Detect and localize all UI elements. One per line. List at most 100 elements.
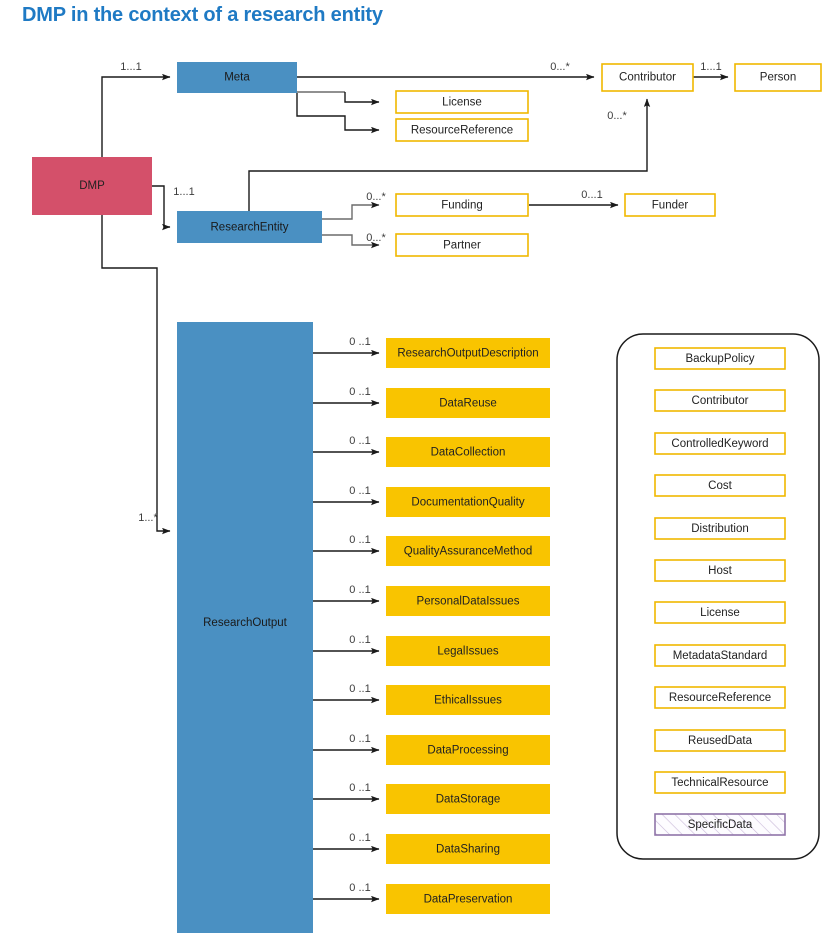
node-research-output-child-label: PersonalDataIssues <box>417 596 520 608</box>
mult-research-entity-to-partner: 0...* <box>366 232 386 244</box>
node-person[interactable]: Person <box>734 63 822 92</box>
edge-dmp-to-meta <box>101 73 171 157</box>
node-funder[interactable]: Funder <box>624 193 716 217</box>
legend-item-label: Host <box>708 565 732 577</box>
legend-item-label: ControlledKeyword <box>671 438 768 450</box>
mult-research-output-to-child: 0 ..1 <box>349 882 370 894</box>
node-research-output-child[interactable]: DataPreservation <box>386 884 550 914</box>
mult-research-output-to-child: 0 ..1 <box>349 782 370 794</box>
node-contributor-label: Contributor <box>619 72 676 84</box>
legend-item-label: Distribution <box>691 523 749 535</box>
mult-contributor-to-person: 1...1 <box>700 61 721 73</box>
edge-dmp-to-research-output <box>101 215 171 535</box>
node-research-output-child-label: ResearchOutputDescription <box>397 348 538 360</box>
node-research-output-child[interactable]: DataCollection <box>386 437 550 467</box>
node-funding[interactable]: Funding <box>395 193 529 217</box>
node-license-label: License <box>442 97 482 109</box>
node-research-output-child-label: DataStorage <box>436 794 501 806</box>
node-dmp-label: DMP <box>79 180 105 192</box>
node-meta[interactable]: Meta <box>177 62 297 93</box>
edge-research-entity-to-funding <box>322 201 380 220</box>
mult-research-output-to-child: 0 ..1 <box>349 485 370 497</box>
node-research-output-child[interactable]: DataProcessing <box>386 735 550 765</box>
node-research-output-child[interactable]: ResearchOutputDescription <box>386 338 550 368</box>
node-resource-reference[interactable]: ResourceReference <box>395 118 529 142</box>
mult-research-output-to-child: 0 ..1 <box>349 336 370 348</box>
legend-item[interactable]: MetadataStandard <box>654 644 786 667</box>
legend-item-label: Cost <box>708 480 732 492</box>
legend-item[interactable]: ReusedData <box>654 729 786 752</box>
mult-research-output-to-child: 0 ..1 <box>349 386 370 398</box>
node-research-output-label: ResearchOutput <box>203 617 288 629</box>
mult-research-output-to-child: 0 ..1 <box>349 584 370 596</box>
node-research-output-child-label: DataCollection <box>431 447 506 459</box>
node-license[interactable]: License <box>395 90 529 114</box>
mult-funding-to-funder: 0...1 <box>581 189 602 201</box>
node-research-output-child-label: DataProcessing <box>427 745 508 757</box>
legend-item-label: Contributor <box>692 395 749 407</box>
edge-dmp-to-research-entity <box>152 185 171 231</box>
mult-research-output-to-child: 0 ..1 <box>349 683 370 695</box>
node-meta-label: Meta <box>224 72 250 84</box>
mult-dmp-to-meta: 1...1 <box>120 61 141 73</box>
research-output-edges: 0 ..1 0 ..1 0 ..1 0 ..1 0 ..1 0 ..1 0 ..1 0 ..1… <box>313 336 380 903</box>
node-research-entity-label: ResearchEntity <box>211 222 289 234</box>
node-partner-label: Partner <box>443 240 481 252</box>
node-research-output-child-label: DocumentationQuality <box>411 497 524 509</box>
mult-dmp-to-research-output: 1...* <box>138 512 158 524</box>
node-funder-label: Funder <box>652 200 689 212</box>
mult-dmp-to-research-entity: 1...1 <box>173 186 194 198</box>
diagram-root: DMP in the context of a research entity <box>0 0 826 938</box>
node-research-output-child-label: QualityAssuranceMethod <box>404 546 532 558</box>
node-research-output-child[interactable]: DataReuse <box>386 388 550 418</box>
mult-research-output-to-child: 0 ..1 <box>349 832 370 844</box>
node-research-output[interactable]: ResearchOutput <box>177 322 313 933</box>
legend-panel: BackupPolicy Contributor ControlledKeyword… <box>616 333 820 860</box>
legend-item[interactable]: TechnicalResource <box>654 771 786 794</box>
node-research-output-child-label: LegalIssues <box>437 646 499 658</box>
mult-research-output-to-child: 0 ..1 <box>349 733 370 745</box>
node-funding-label: Funding <box>441 200 483 212</box>
legend-item[interactable]: Cost <box>654 474 786 497</box>
node-research-output-child[interactable]: DataStorage <box>386 784 550 814</box>
mult-research-entity-to-funding: 0...* <box>366 191 386 203</box>
node-contributor[interactable]: Contributor <box>601 63 694 92</box>
node-research-output-child[interactable]: QualityAssuranceMethod <box>386 536 550 566</box>
node-research-output-child[interactable]: LegalIssues <box>386 636 550 666</box>
diagram-canvas: 0 ..1 0 ..1 0 ..1 0 ..1 0 ..1 0 ..1 0 ..1 0 ..1… <box>32 61 822 933</box>
node-research-output-child-label: DataPreservation <box>424 894 513 906</box>
legend-item-label: MetadataStandard <box>673 650 768 662</box>
node-research-output-child-label: DataSharing <box>436 844 500 856</box>
mult-research-output-to-child: 0 ..1 <box>349 534 370 546</box>
legend-item-label: TechnicalResource <box>671 777 768 789</box>
legend-item[interactable]: ControlledKeyword <box>654 432 786 455</box>
legend-item-label: BackupPolicy <box>685 353 754 365</box>
legend-item[interactable]: License <box>654 601 786 624</box>
legend-item-label: ReusedData <box>688 735 753 747</box>
node-research-output-child-label: EthicalIssues <box>434 695 502 707</box>
legend-item-label: License <box>700 607 740 619</box>
mult-research-entity-to-contributor: 0...* <box>607 110 627 122</box>
node-research-output-child-label: DataReuse <box>439 398 497 410</box>
node-dmp[interactable]: DMP <box>32 157 152 215</box>
mult-research-output-to-child: 0 ..1 <box>349 435 370 447</box>
legend-item[interactable]: Distribution <box>654 517 786 540</box>
edge-meta-to-resource-reference <box>296 93 380 134</box>
legend-item[interactable]: SpecificData <box>654 813 786 836</box>
research-output-children: ResearchOutputDescription DataReuse DataCo… <box>386 338 550 914</box>
node-research-output-child[interactable]: EthicalIssues <box>386 685 550 715</box>
node-research-output-child[interactable]: PersonalDataIssues <box>386 586 550 616</box>
node-person-label: Person <box>760 72 796 84</box>
legend-item-label: SpecificData <box>688 819 753 831</box>
legend-item[interactable]: Host <box>654 559 786 582</box>
node-partner[interactable]: Partner <box>395 233 529 257</box>
node-research-output-child[interactable]: DocumentationQuality <box>386 487 550 517</box>
legend-item[interactable]: BackupPolicy <box>654 347 786 370</box>
mult-research-output-to-child: 0 ..1 <box>349 634 370 646</box>
node-research-entity[interactable]: ResearchEntity <box>177 211 322 243</box>
node-research-output-child[interactable]: DataSharing <box>386 834 550 864</box>
legend-item[interactable]: ResourceReference <box>654 686 786 709</box>
node-resource-reference-label: ResourceReference <box>411 125 513 137</box>
edge-meta-to-license <box>344 92 380 106</box>
legend-item[interactable]: Contributor <box>654 389 786 412</box>
